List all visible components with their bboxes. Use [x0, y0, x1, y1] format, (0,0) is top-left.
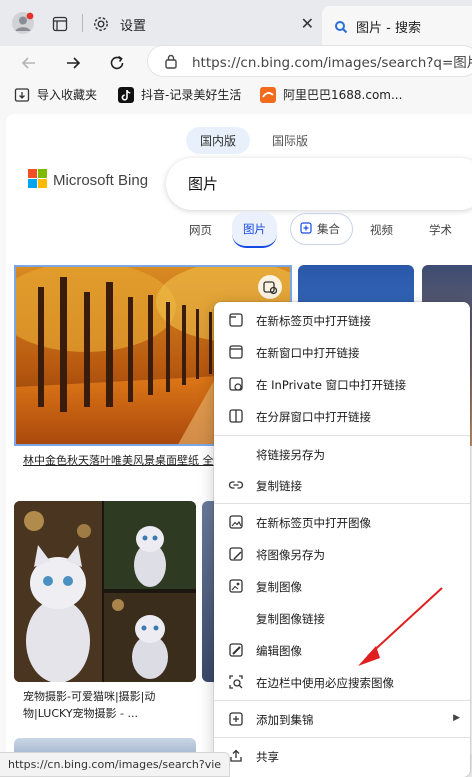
market-tab-intl[interactable]: 国际版: [258, 127, 322, 154]
bing-logo[interactable]: Microsoft Bing: [28, 169, 148, 192]
menu-open-link-inprivate[interactable]: 在 InPrivate 窗口中打开链接: [214, 369, 470, 399]
save-image-icon: [228, 546, 244, 562]
menu-label: 编辑图像: [256, 644, 302, 658]
tab-actions-icon[interactable]: [52, 16, 68, 32]
context-menu: 在新标签页中打开链接 在新窗口中打开链接 在 InPrivate 窗口中打开链接…: [214, 302, 470, 777]
menu-open-link-new-tab[interactable]: 在新标签页中打开链接: [214, 305, 470, 335]
menu-label: 在新窗口中打开链接: [256, 346, 360, 360]
address-bar[interactable]: https://cn.bing.com/images/search?q=图片&: [148, 46, 472, 76]
back-button[interactable]: [14, 48, 44, 78]
visual-search-sidebar-icon: [228, 674, 244, 690]
tab-strip: 设置 ✕ 图片 - 搜索: [0, 0, 472, 46]
refresh-button[interactable]: [102, 48, 132, 78]
menu-search-image-sidebar[interactable]: 在边栏中使用必应搜索图像: [214, 667, 470, 697]
copy-image-icon: [228, 578, 244, 594]
microsoft-logo-icon: [28, 169, 47, 192]
scope-web[interactable]: 网页: [189, 222, 212, 238]
market-tabs: 国内版 国际版: [186, 127, 322, 154]
import-favorites-icon: [14, 87, 30, 103]
menu-label: 复制图像链接: [256, 612, 325, 626]
favorites-bar: 导入收藏夹 抖音-记录美好生活 阿里巴巴1688.com...: [0, 80, 472, 110]
annotation-arrow: [358, 587, 443, 666]
submenu-arrow-icon: ▶: [453, 713, 460, 723]
menu-open-link-new-window[interactable]: 在新窗口中打开链接: [214, 337, 470, 367]
favorite-import[interactable]: 导入收藏夹: [14, 86, 97, 103]
menu-share[interactable]: 共享: [214, 741, 470, 771]
menu-label: 将链接另存为: [256, 448, 325, 462]
tab-bing-images[interactable]: 图片 - 搜索: [322, 6, 472, 46]
link-icon: [228, 477, 244, 493]
edit-image-icon: [228, 642, 244, 658]
menu-label: 在新标签页中打开链接: [256, 314, 371, 328]
scope-images[interactable]: 图片: [232, 212, 277, 248]
menu-label: 在 InPrivate 窗口中打开链接: [256, 378, 407, 392]
menu-label: 共享: [256, 750, 279, 764]
result-caption[interactable]: 林中金色秋天落叶唯美风景桌面壁纸 全: [23, 452, 223, 469]
result-caption[interactable]: 宠物摄影-可爱猫咪|摄影|动物|LUCKY宠物摄影 - ...: [23, 688, 195, 722]
status-bar: https://cn.bing.com/images/search?vie: [0, 752, 231, 777]
favorite-1688[interactable]: 阿里巴巴1688.com...: [260, 86, 402, 103]
scope-academic[interactable]: 学术: [429, 222, 452, 238]
scope-video[interactable]: 视频: [370, 222, 393, 238]
profile-avatar[interactable]: [12, 12, 34, 34]
menu-save-image-as[interactable]: 将图像另存为: [214, 539, 470, 569]
tab-title: 图片 - 搜索: [356, 20, 421, 36]
inprivate-icon: [228, 376, 244, 392]
navigation-bar: https://cn.bing.com/images/search?q=图片&: [0, 46, 472, 80]
menu-separator: [214, 435, 470, 436]
gear-icon: [92, 15, 110, 33]
menu-save-link-as[interactable]: 将链接另存为: [214, 439, 470, 469]
alibaba-icon: [260, 86, 276, 103]
status-url: https://cn.bing.com/images/search?vie: [8, 758, 222, 771]
favorite-label: 阿里巴巴1688.com...: [283, 88, 403, 102]
collections-add-icon: [228, 711, 244, 727]
menu-label: 在分屏窗口中打开链接: [256, 410, 371, 424]
menu-separator: [214, 700, 470, 701]
menu-label: 添加到集锦: [256, 713, 314, 727]
favorite-label: 抖音-记录美好生活: [141, 88, 242, 102]
menu-open-link-split-screen[interactable]: 在分屏窗口中打开链接: [214, 401, 470, 431]
scope-collections[interactable]: 集合: [290, 213, 353, 245]
new-window-icon: [228, 344, 244, 360]
bing-search-icon: [334, 19, 348, 34]
tab-settings[interactable]: 设置 ✕: [84, 8, 322, 40]
douyin-icon: [118, 86, 134, 103]
logo-text: Microsoft Bing: [53, 172, 149, 189]
menu-separator: [214, 503, 470, 504]
image-new-tab-icon: [228, 514, 244, 530]
scope-tabs: 网页 图片 集合 视频 学术: [6, 212, 472, 248]
split-screen-icon: [228, 408, 244, 424]
collections-icon: [300, 222, 312, 234]
scope-label: 集合: [317, 222, 340, 236]
new-tab-icon: [228, 312, 244, 328]
favorite-label: 导入收藏夹: [37, 88, 98, 102]
market-tab-cn[interactable]: 国内版: [186, 127, 251, 154]
menu-label: 将图像另存为: [256, 548, 325, 562]
menu-label: 在边栏中使用必应搜索图像: [256, 676, 394, 690]
forward-button[interactable]: [58, 48, 88, 78]
lock-icon[interactable]: [164, 53, 178, 69]
url-text: https://cn.bing.com/images/search?q=图片&: [192, 55, 472, 71]
favorite-douyin[interactable]: 抖音-记录美好生活: [118, 86, 241, 103]
visual-search-icon[interactable]: [258, 275, 282, 299]
menu-label: 复制图像: [256, 580, 302, 594]
search-query: 图片: [188, 175, 219, 193]
menu-label: 在新标签页中打开图像: [256, 516, 371, 530]
share-icon: [228, 748, 244, 764]
menu-add-to-collections[interactable]: 添加到集锦 ▶: [214, 704, 470, 734]
menu-separator: [214, 737, 470, 738]
menu-label: 复制链接: [256, 479, 302, 493]
result-image-cat-collage[interactable]: [14, 501, 196, 682]
tab-title: 设置: [120, 18, 147, 34]
search-input[interactable]: 图片: [166, 158, 472, 210]
menu-copy-link[interactable]: 复制链接: [214, 470, 470, 500]
close-tab-icon[interactable]: ✕: [301, 14, 314, 33]
menu-open-image-new-tab[interactable]: 在新标签页中打开图像: [214, 507, 470, 537]
